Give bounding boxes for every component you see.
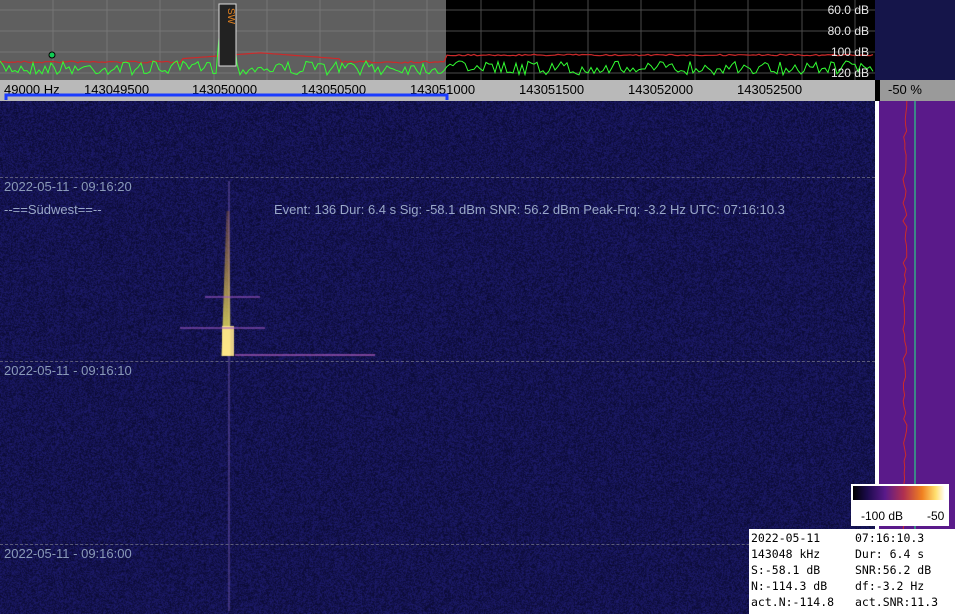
average-trace bbox=[0, 52, 874, 64]
time-gridline bbox=[0, 544, 875, 545]
time-gridline bbox=[0, 177, 875, 178]
info-row: N:-114.3 dB df:-3.2 Hz bbox=[751, 579, 925, 593]
spectrum-graph bbox=[0, 0, 875, 80]
time-gridline bbox=[0, 361, 875, 362]
waterfall-display[interactable]: 2022-05-11 - 09:16:20 2022-05-11 - 09:16… bbox=[0, 101, 875, 614]
color-scale-gradient bbox=[853, 486, 945, 500]
info-row: 143048 kHz Dur: 6.4 s bbox=[751, 547, 925, 561]
level-percent-box[interactable]: -50 % bbox=[880, 80, 955, 101]
time-label: 2022-05-11 - 09:16:20 bbox=[4, 179, 132, 194]
color-scale-min: -100 dB bbox=[861, 509, 904, 523]
info-row: act.N:-114.8 act.SNR:11.3 bbox=[751, 595, 939, 609]
event-summary: Event: 136 Dur: 6.4 s Sig: -58.1 dBm SNR… bbox=[274, 202, 785, 217]
frequency-ruler[interactable]: 49000 Hz 143049500 143050000 143050500 1… bbox=[0, 80, 875, 101]
db-label-60: 60.0 dB bbox=[827, 3, 869, 17]
spectrum-grid bbox=[0, 0, 875, 80]
color-scale-max: -50 bbox=[927, 509, 945, 523]
level-percent-label: -50 % bbox=[888, 82, 922, 97]
db-label-100: 100 dB bbox=[830, 45, 869, 59]
cursor-dot[interactable] bbox=[48, 51, 56, 59]
time-label: 2022-05-11 - 09:16:00 bbox=[4, 546, 132, 561]
event-info-panel: 2022-05-11 07:16:10.3 143048 kHz Dur: 6.4 … bbox=[749, 529, 955, 614]
live-trace bbox=[0, 31, 874, 77]
peak-marker-label: SW bbox=[225, 8, 236, 25]
time-label: 2022-05-11 - 09:16:10 bbox=[4, 363, 132, 378]
color-scale: -100 dB -50 bbox=[851, 484, 949, 526]
db-label-80: 80.0 dB bbox=[827, 24, 869, 38]
station-name: --==Südwest==-- bbox=[4, 202, 102, 217]
info-row: 2022-05-11 07:16:10.3 bbox=[751, 531, 925, 545]
selection-bracket[interactable] bbox=[0, 80, 875, 101]
db-label-120: 120 dB bbox=[830, 66, 869, 80]
info-row: S:-58.1 dB SNR:56.2 dB bbox=[751, 563, 932, 577]
spectrum-display[interactable]: SW 60.0 dB 80.0 dB 100 dB 120 dB bbox=[0, 0, 875, 80]
